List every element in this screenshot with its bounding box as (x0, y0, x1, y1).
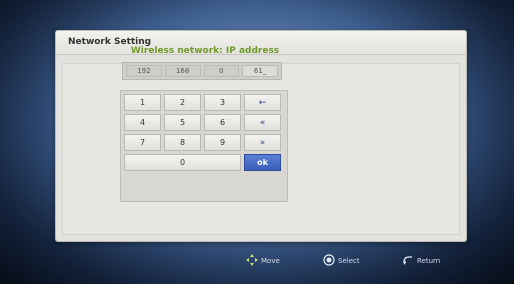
key-7[interactable]: 7 (124, 134, 161, 151)
key-3[interactable]: 3 (204, 94, 241, 111)
key-4[interactable]: 4 (124, 114, 161, 131)
return-label: Return (417, 257, 441, 265)
key-0[interactable]: 0 (124, 154, 241, 171)
key-8[interactable]: 8 (164, 134, 201, 151)
ip-octet-2[interactable]: 168 (164, 65, 201, 77)
select-circle-icon (323, 253, 335, 269)
ip-octet-4[interactable]: 61_ (242, 65, 278, 77)
ip-octet-3[interactable]: 0 (203, 65, 240, 77)
move-arrows-icon (246, 253, 258, 269)
backspace-key[interactable]: ← (244, 94, 281, 111)
ok-button[interactable]: ok (244, 154, 281, 171)
cursor-left-key[interactable]: « (244, 114, 281, 131)
footer-select-hint: Select (323, 253, 360, 269)
return-arrow-icon (402, 254, 414, 269)
key-5[interactable]: 5 (164, 114, 201, 131)
footer-move-hint: Move (246, 253, 280, 269)
key-2[interactable]: 2 (164, 94, 201, 111)
numeric-keypad: 1 2 3 ← 4 5 6 « 7 8 9 » 0 ok (120, 90, 288, 202)
key-1[interactable]: 1 (124, 94, 161, 111)
select-label: Select (338, 257, 360, 265)
ip-address-field[interactable]: 192 168 0 61_ (122, 62, 282, 80)
ip-address-title: Wireless network: IP address (130, 46, 280, 56)
cursor-right-key[interactable]: » (244, 134, 281, 151)
ip-octet-1[interactable]: 192 (126, 65, 162, 77)
move-label: Move (261, 257, 280, 265)
key-9[interactable]: 9 (204, 134, 241, 151)
footer-return-hint: Return (402, 254, 440, 268)
key-6[interactable]: 6 (204, 114, 241, 131)
